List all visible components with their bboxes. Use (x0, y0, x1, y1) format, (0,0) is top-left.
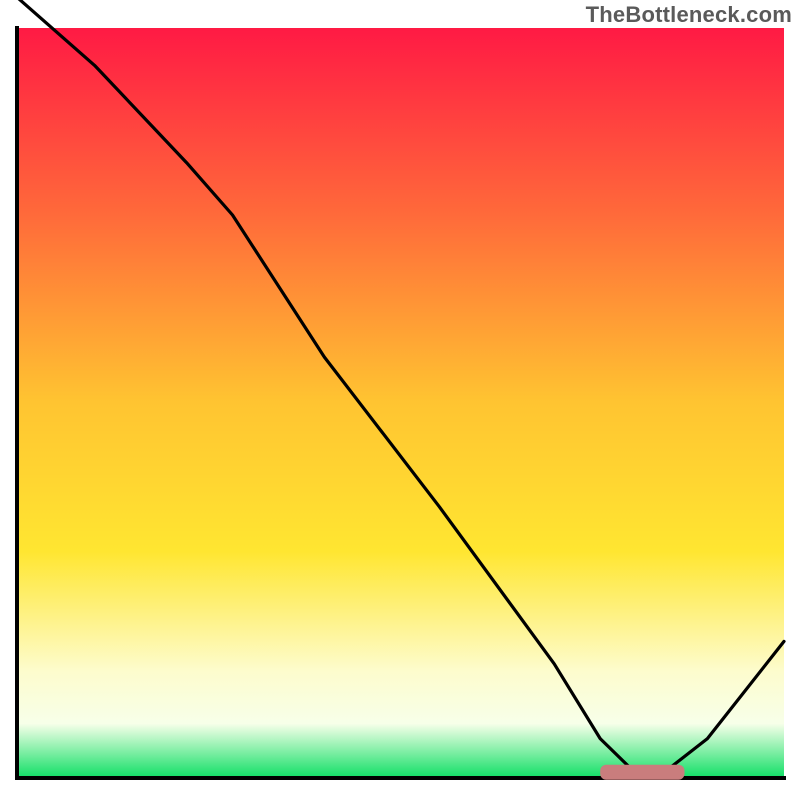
optimum-marker (600, 765, 684, 780)
chart-stage: TheBottleneck.com (0, 0, 800, 800)
plot-background (18, 28, 784, 776)
watermark-text: TheBottleneck.com (586, 2, 792, 28)
chart-svg (0, 0, 800, 800)
